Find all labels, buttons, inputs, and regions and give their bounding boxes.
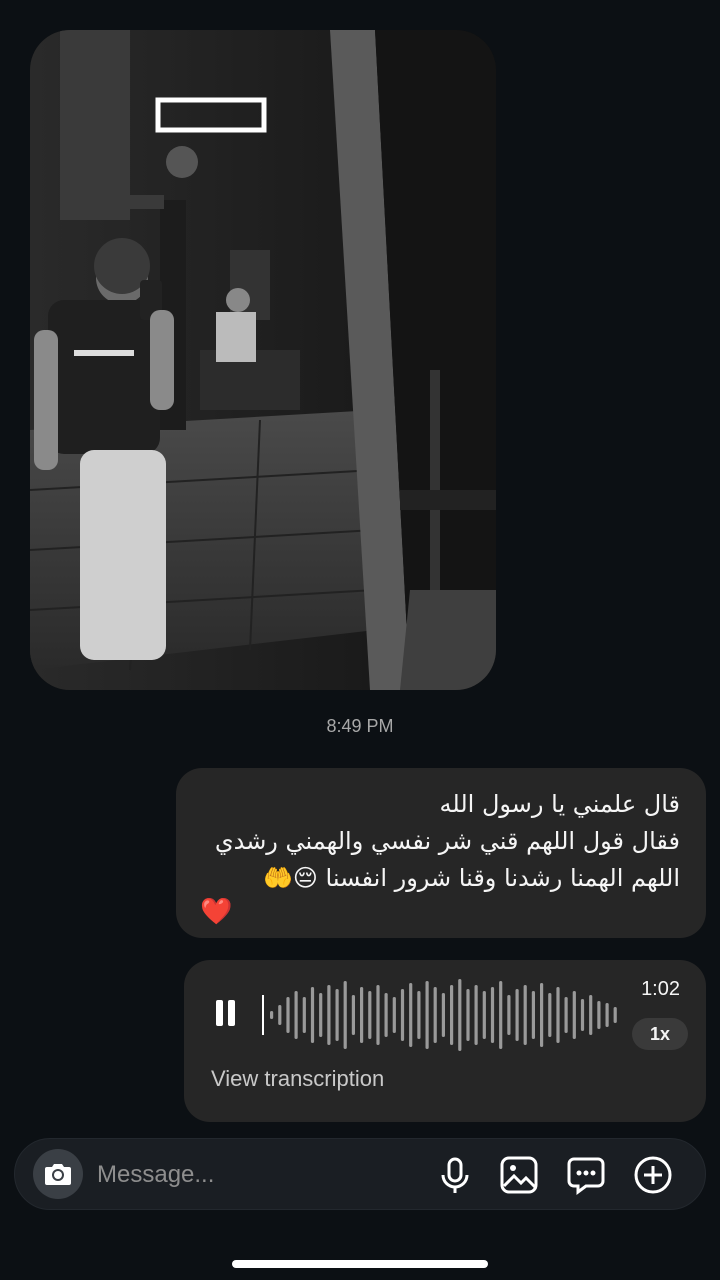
waveform-bar [523,985,527,1045]
waveform-bar [490,987,495,1043]
waveform-bar [327,985,331,1045]
waveform-bar [458,979,462,1051]
camera-button[interactable] [33,1149,83,1199]
waveform-bar [351,995,355,1035]
voice-message-bubble[interactable]: 1:02 1x View transcription [184,960,706,1122]
waveform-bar [286,997,290,1033]
waveform-bar [335,989,339,1041]
waveform-bar [515,989,519,1041]
text-message-bubble[interactable]: قال علمني يا رسول الله فقال قول اللهم قن… [176,768,706,938]
message-line-3: اللهم الهمنا رشدنا وقنا شرور انفسنا 😔🤲 [200,860,680,897]
message-timestamp: 8:49 PM [326,716,394,736]
message-input[interactable] [95,1151,399,1199]
waveform-bar [368,991,372,1039]
waveform-bar [433,987,437,1043]
waveform-bar [278,1005,282,1025]
waveform-bar [360,987,364,1043]
waveform-bar [384,993,388,1037]
home-indicator[interactable] [232,1260,488,1268]
waveform-bar [597,1001,601,1029]
microphone-icon[interactable] [435,1155,475,1195]
waveform-bar [376,985,380,1045]
heart-emoji: ❤️ [200,897,233,927]
message-line-2: فقال قول اللهم قني شر نفسي والهمني رشدي [214,827,680,855]
waveform-bar [270,1011,274,1019]
waveform-bar [482,991,486,1039]
pause-button[interactable] [210,996,240,1032]
waveform-bar [474,985,478,1045]
camera-icon [45,1164,71,1185]
waveform-bar [605,1003,609,1027]
waveform-bar [548,993,552,1037]
waveform-bar [302,997,306,1033]
message-line-1: قال علمني يا رسول الله [439,790,680,818]
waveform-playhead[interactable] [262,995,264,1035]
sticker-message-icon[interactable] [566,1155,606,1195]
waveform-bar [400,989,405,1041]
waveform-bar [580,999,585,1031]
waveform-bar [540,983,544,1047]
waveform-bar [589,995,593,1035]
pause-icon-bar-left [216,1000,223,1026]
gallery-icon[interactable] [499,1155,539,1195]
waveform-bar [417,991,421,1039]
waveform-bar [425,981,429,1049]
waveform-bar [466,989,470,1041]
message-composer [14,1138,706,1210]
message-line-3-text: اللهم الهمنا رشدنا وقنا شرور انفسنا [325,864,680,892]
waveform-bar [564,997,568,1033]
voice-duration: 1:02 [641,978,680,1000]
waveform-bar [294,991,298,1039]
waveform-bar [310,987,315,1043]
waveform-bar [441,993,445,1037]
waveform-bar [531,991,535,1039]
gym-photo-image [30,30,496,690]
waveform-bar [409,983,413,1047]
waveform-bar [507,995,511,1035]
waveform-bar [572,991,576,1039]
waveform-bar [613,1007,617,1023]
voice-waveform[interactable] [258,978,618,1052]
playback-speed-button[interactable]: 1x [632,1018,688,1050]
waveform-bar [343,981,347,1049]
plus-icon[interactable] [633,1155,673,1195]
pause-icon-bar-right [228,1000,235,1026]
waveform-bar [499,981,503,1049]
waveform-bar [450,985,454,1045]
waveform-bar [392,997,396,1033]
emoji-pensive-hands: 😔🤲 [262,864,318,892]
waveform-bar [556,987,560,1043]
waveform-bar [319,993,323,1037]
shared-photo[interactable] [30,30,496,690]
view-transcription-link[interactable]: View transcription [211,1066,384,1092]
